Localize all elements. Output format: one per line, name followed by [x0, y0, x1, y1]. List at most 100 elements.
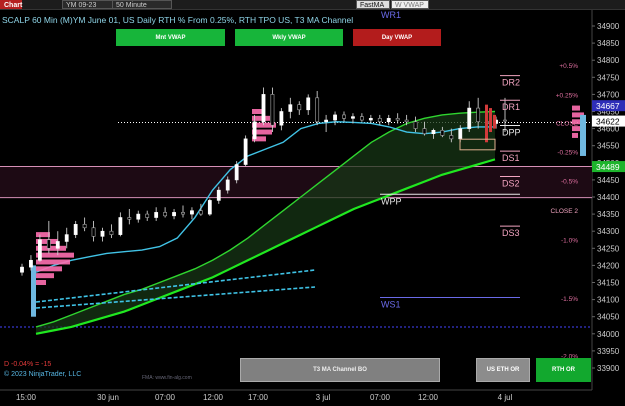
weekly-vwap-button[interactable]: Wkly VWAP — [235, 29, 343, 46]
candle-body — [172, 212, 176, 217]
candle-body — [181, 212, 185, 215]
y-tick-label: 34200 — [597, 261, 620, 270]
candle-body — [216, 189, 221, 201]
price-chart[interactable]: WR1 DR2 DR1 DPP DS1 DS2 WPP DS3 WS1 +0.5% +0.25% CL… — [0, 0, 625, 406]
tpo-bar — [36, 266, 62, 272]
percent-label: -0.5% — [561, 179, 578, 186]
copyright: © 2023 NinjaTrader, LLC — [4, 371, 82, 378]
tpo-poc-bar-right — [580, 114, 586, 156]
chart-tab[interactable]: Chart — [0, 0, 22, 9]
y-tick-label: 34400 — [597, 193, 620, 202]
day-vwap-button[interactable]: Day VWAP — [353, 29, 441, 46]
candle-body — [118, 217, 123, 235]
candle-body — [64, 234, 69, 242]
chart-toolbar: Chart YM 09-23 50 Minute FastMA W VWAP — [0, 0, 625, 10]
candle-body — [422, 128, 427, 135]
x-tick-label: 30 jun — [97, 393, 119, 402]
percent-label: -1.5% — [561, 296, 578, 303]
x-tick-label: 12:00 — [418, 393, 439, 402]
candle-body — [91, 227, 96, 237]
candle-body — [413, 121, 418, 129]
level-label-dr2: DR2 — [502, 78, 520, 88]
tpo-bar — [572, 132, 578, 138]
candle-body — [315, 97, 320, 123]
price-marker-label: 34489 — [596, 162, 620, 172]
wvwap-toggle[interactable]: W VWAP — [391, 0, 429, 9]
candle-body — [395, 118, 400, 121]
y-tick-label: 34550 — [597, 142, 620, 151]
candle-body — [163, 212, 168, 217]
candle-body — [333, 114, 337, 121]
interval-select[interactable]: 50 Minute — [112, 0, 172, 9]
candle-body — [377, 118, 382, 123]
candle-body — [458, 128, 463, 140]
candle-body — [351, 116, 355, 119]
level-label-ws1: WS1 — [381, 300, 401, 310]
x-tick-label: 17:00 — [248, 393, 269, 402]
x-tick-label: 15:00 — [16, 393, 37, 402]
level-label-dpp: DPP — [502, 128, 521, 138]
y-tick-label: 34900 — [597, 22, 620, 31]
candle-body — [225, 179, 230, 191]
candle-body — [359, 116, 364, 121]
candle-body — [467, 107, 472, 129]
t3-channel-button[interactable]: T3 MA Channel BO — [240, 358, 440, 382]
y-tick-label: 34100 — [597, 296, 620, 305]
price-marker-label: 34622 — [596, 117, 620, 127]
candle-body — [73, 224, 78, 235]
candle-body — [449, 135, 454, 140]
candle-body — [207, 200, 212, 215]
candle-body — [154, 212, 159, 218]
candle-body — [20, 266, 24, 273]
y-tick-label: 34350 — [597, 210, 620, 219]
candle-body — [46, 239, 51, 249]
candle-body — [440, 130, 445, 136]
percent-label: +0.25% — [556, 92, 578, 99]
red-bar — [489, 108, 492, 133]
monthly-vwap-button[interactable]: Mnt VWAP — [116, 29, 225, 46]
us-eth-or-button[interactable]: US ETH OR — [476, 358, 530, 382]
y-tick-label: 34300 — [597, 227, 620, 236]
y-tick-label: 34850 — [597, 39, 620, 48]
candle-body — [270, 94, 275, 126]
candle-body — [234, 164, 239, 181]
y-tick-label: 34250 — [597, 244, 620, 253]
pnl-readout: D -0.04% = -15 — [4, 361, 52, 368]
level-label-ds2: DS2 — [502, 178, 520, 188]
tpo-bar — [36, 280, 46, 285]
candle-body — [127, 217, 132, 220]
level-label-ds1: DS1 — [502, 153, 520, 163]
fastma-toggle[interactable]: FastMA — [356, 0, 390, 9]
y-tick-label: 34800 — [597, 56, 620, 65]
candle-body — [368, 118, 373, 121]
tpo-bar — [572, 105, 580, 111]
level-label-wpp: WPP — [381, 196, 402, 206]
x-tick-label: 07:00 — [370, 393, 391, 402]
percent-label: CLOSE 2 — [551, 208, 579, 215]
candle-body — [29, 259, 33, 268]
x-tick-label: 4 jul — [498, 393, 513, 402]
percent-label: -1.0% — [561, 237, 578, 244]
candle-body — [324, 119, 329, 123]
level-label-dr1: DR1 — [502, 102, 520, 112]
x-tick-label: 12:00 — [203, 393, 224, 402]
rth-or-button[interactable]: RTH OR — [536, 358, 591, 382]
candle-body — [386, 118, 391, 123]
y-tick-label: 34000 — [597, 330, 620, 339]
candle-body — [136, 213, 141, 220]
candle-body — [431, 130, 436, 135]
instrument-select[interactable]: YM 09-23 — [62, 0, 117, 9]
tpo-bar — [36, 273, 54, 279]
candle-body — [145, 213, 150, 218]
candle-body — [243, 138, 248, 165]
red-bar — [485, 104, 488, 143]
x-tick-label: 07:00 — [155, 393, 176, 402]
y-tick-label: 34150 — [597, 279, 620, 288]
candle-body — [503, 119, 507, 122]
y-tick-label: 34450 — [597, 176, 620, 185]
candle-body — [261, 94, 266, 123]
candle-body — [404, 119, 409, 123]
x-tick-label: 3 jul — [316, 393, 331, 402]
candle-body — [288, 104, 293, 112]
candle-body — [37, 239, 42, 261]
